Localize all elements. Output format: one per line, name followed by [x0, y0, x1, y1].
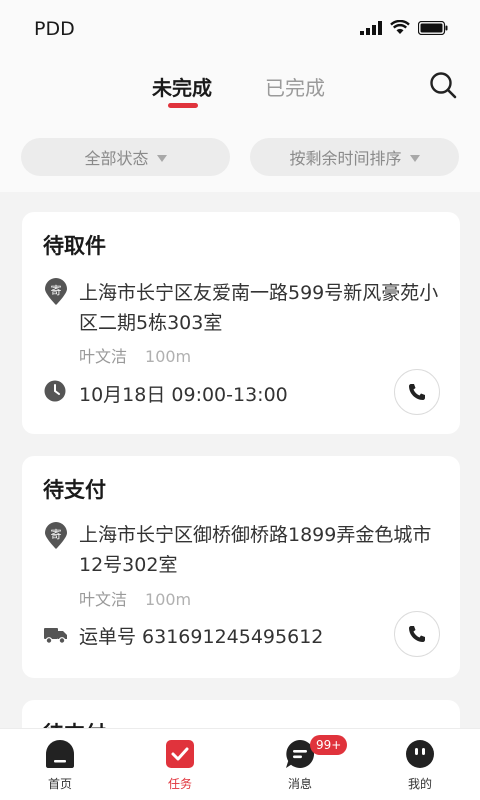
- tab-completed[interactable]: 已完成: [265, 72, 325, 101]
- caret-down-icon: [156, 154, 167, 162]
- profile-icon: [406, 740, 434, 768]
- top-tabs: 未完成 已完成: [0, 58, 480, 114]
- contact-info: 叶文洁 100m: [79, 343, 191, 367]
- pickup-time: 10月18日 09:00-13:00: [79, 384, 288, 406]
- distance: 100m: [145, 347, 192, 366]
- status-filter-label: 全部状态: [84, 149, 149, 168]
- nav-profile-label: 我的: [407, 777, 432, 791]
- status-bar: PDD: [0, 0, 480, 58]
- status-filter-dropdown[interactable]: 全部状态: [21, 138, 230, 176]
- bottom-nav: 首页 任务 99+ 消息 我的: [0, 728, 480, 800]
- filter-row: 全部状态 按剩余时间排序: [0, 114, 480, 192]
- address-text: 上海市长宁区御桥御桥路1899弄金色城市12号302室: [79, 524, 432, 576]
- battery-icon: [418, 20, 448, 35]
- call-button[interactable]: [394, 369, 440, 415]
- nav-tasks-label: 任务: [167, 777, 192, 791]
- signal-icon: [360, 20, 382, 35]
- pin-glyph: 寄: [51, 283, 62, 297]
- distance: 100m: [145, 590, 192, 609]
- task-card[interactable]: 待支付 寄 上海市长宁区御桥御桥路1899弄金色城市12号302室 叶文洁 100…: [22, 456, 460, 678]
- tab-indicator: [168, 103, 198, 108]
- search-icon[interactable]: [428, 70, 458, 100]
- carrier-label: PDD: [34, 18, 75, 40]
- tab-incomplete[interactable]: 未完成: [152, 72, 212, 101]
- phone-icon: [409, 626, 425, 642]
- card-status-title: 待支付: [43, 478, 106, 502]
- wifi-icon: [390, 20, 410, 34]
- tracking-number: 运单号 631691245495612: [79, 626, 324, 648]
- sort-label: 按剩余时间排序: [289, 149, 402, 168]
- nav-messages-label: 消息: [287, 777, 312, 791]
- truck-icon: [44, 628, 67, 644]
- contact-name: 叶文洁: [79, 590, 128, 609]
- nav-home-label: 首页: [47, 777, 72, 791]
- status-icons: [360, 20, 448, 35]
- contact-name: 叶文洁: [79, 347, 128, 366]
- sort-dropdown[interactable]: 按剩余时间排序: [250, 138, 459, 176]
- nav-home[interactable]: 首页: [20, 739, 100, 792]
- pin-glyph: 寄: [51, 527, 62, 541]
- nav-profile[interactable]: 我的: [380, 739, 460, 792]
- phone-icon: [409, 384, 425, 400]
- task-icon: [166, 740, 194, 768]
- caret-down-icon: [409, 154, 420, 162]
- home-icon: [46, 740, 74, 768]
- sender-pin-icon: 寄: [45, 522, 67, 549]
- nav-messages[interactable]: 99+ 消息: [260, 735, 348, 792]
- call-button[interactable]: [394, 611, 440, 657]
- task-card[interactable]: 待取件 寄 上海市长宁区友爱南一路599号新风豪苑小区二期5栋303室 叶文洁 1…: [22, 212, 460, 434]
- clock-icon: [44, 380, 66, 402]
- unread-badge: 99+: [310, 735, 348, 755]
- contact-info: 叶文洁 100m: [79, 586, 191, 610]
- nav-tasks[interactable]: 任务: [140, 739, 220, 792]
- sender-pin-icon: 寄: [45, 278, 67, 305]
- card-status-title: 待取件: [43, 234, 106, 258]
- address-text: 上海市长宁区友爱南一路599号新风豪苑小区二期5栋303室: [79, 282, 439, 334]
